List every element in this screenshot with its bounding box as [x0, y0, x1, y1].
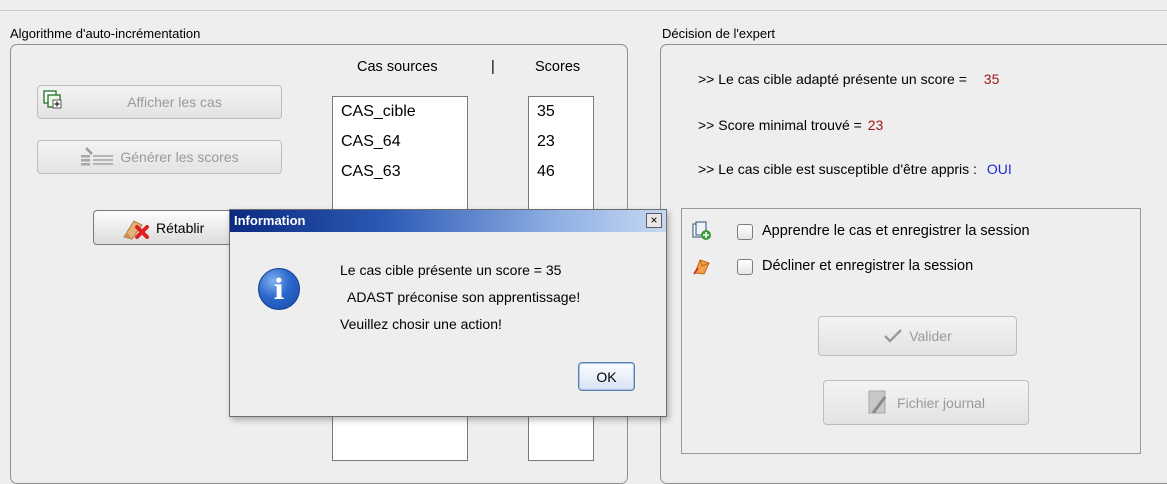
dialog-message-line2: ADAST préconise son apprentissage!: [347, 289, 581, 305]
dialog-message-line3: Veuillez chosir une action!: [340, 316, 502, 332]
minimal-score-line: >> Score minimal trouvé = 23: [698, 117, 883, 133]
left-panel-title: Algorithme d'auto-incrémentation: [10, 26, 201, 41]
list-item[interactable]: CAS_64: [341, 133, 401, 151]
eraser-icon: [123, 219, 149, 240]
decline-checkbox[interactable]: [737, 259, 753, 275]
show-cases-label: Afficher les cas: [127, 94, 222, 110]
checkmark-icon: [884, 329, 903, 343]
validate-label: Valider: [909, 328, 952, 344]
learn-case-checkbox[interactable]: [737, 224, 753, 240]
scores-column-header: Scores: [535, 59, 581, 75]
dialog-message-line1: Le cas cible présente un score = 35: [340, 262, 562, 278]
close-icon[interactable]: ×: [646, 213, 662, 228]
learn-case-label: Apprendre le cas et enregistrer la sessi…: [762, 223, 1030, 239]
learn-case-icon: [692, 221, 711, 240]
information-dialog: Information × i Le cas cible présente un…: [229, 209, 667, 417]
adapted-score-label: >> Le cas cible adapté présente un score…: [698, 71, 967, 87]
cases-column-header: Cas sources: [357, 59, 438, 75]
minimal-score-label: >> Score minimal trouvé =: [698, 117, 862, 133]
adapted-score-line: >> Le cas cible adapté présente un score…: [698, 71, 999, 87]
generate-scores-button[interactable]: Générer les scores: [37, 140, 282, 174]
list-item[interactable]: CAS_cible: [341, 103, 416, 121]
show-cases-icon: [43, 90, 62, 109]
learnable-line: >> Le cas cible est susceptible d'être a…: [698, 161, 1012, 177]
information-icon: i: [258, 268, 300, 310]
ok-button[interactable]: OK: [578, 362, 635, 391]
decline-icon: [693, 259, 710, 275]
decline-label: Décliner et enregistrer la session: [762, 258, 974, 274]
validate-button[interactable]: Valider: [818, 316, 1017, 356]
show-cases-button[interactable]: Afficher les cas: [37, 85, 282, 119]
minimal-score-value: 23: [867, 117, 884, 133]
adapted-score-value: 35: [983, 71, 1000, 87]
top-divider: [0, 10, 1167, 11]
right-panel-title: Décision de l'expert: [662, 26, 776, 41]
list-item[interactable]: 35: [537, 103, 555, 121]
list-item[interactable]: CAS_63: [341, 163, 401, 181]
generate-scores-label: Générer les scores: [120, 149, 239, 165]
journal-file-icon: [868, 390, 887, 414]
learnable-value: OUI: [986, 161, 1012, 177]
list-item[interactable]: 23: [537, 133, 555, 151]
learnable-label: >> Le cas cible est susceptible d'être a…: [698, 161, 977, 177]
journal-file-label: Fichier journal: [897, 394, 985, 411]
column-separator: |: [491, 59, 495, 75]
list-item[interactable]: 46: [537, 163, 555, 181]
journal-file-button[interactable]: Fichier journal: [823, 380, 1029, 425]
dialog-title: Information: [234, 213, 306, 228]
reset-label: Rétablir: [156, 219, 205, 236]
generate-scores-icon: [81, 147, 114, 166]
